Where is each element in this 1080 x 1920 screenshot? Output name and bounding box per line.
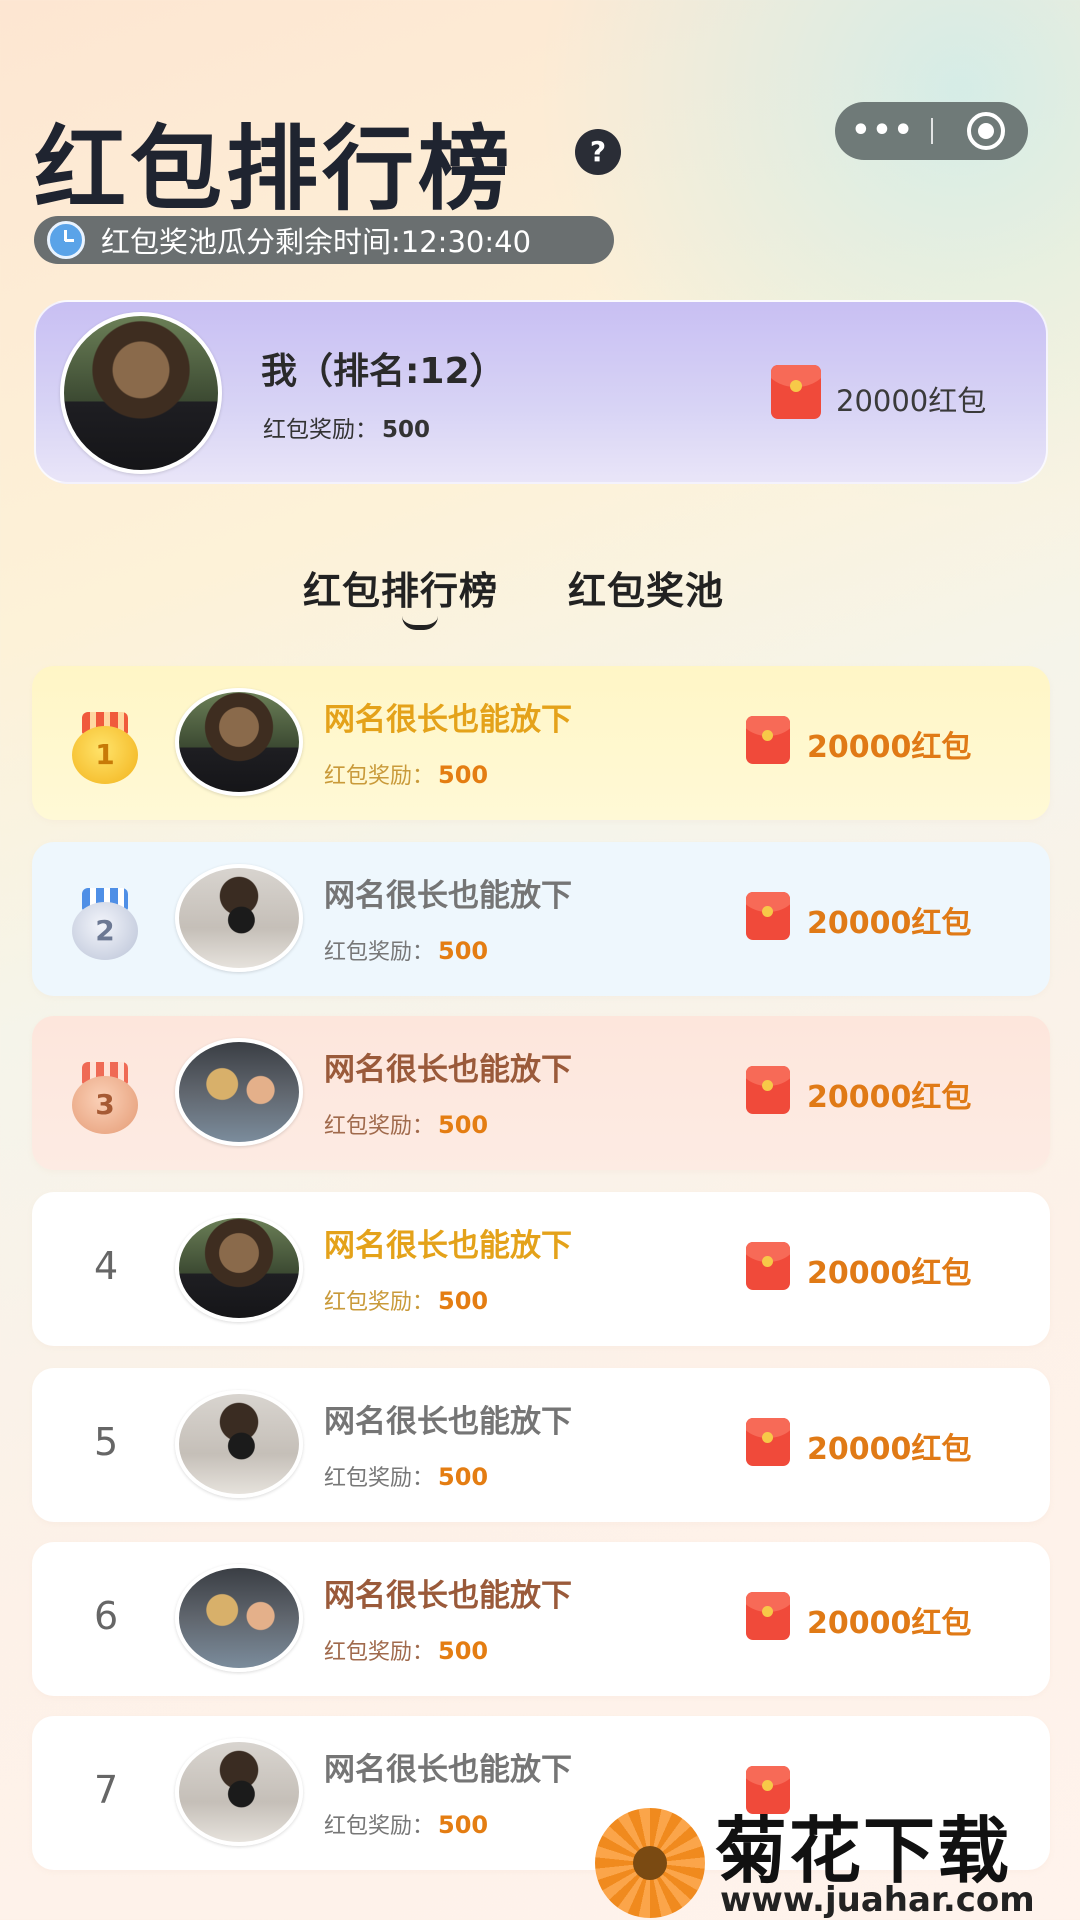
reward: 红包奖励： 500 xyxy=(324,1634,488,1666)
my-reward-value: 500 xyxy=(382,417,431,443)
medal-rank: 2 xyxy=(72,902,138,960)
avatar xyxy=(175,688,303,796)
avatar xyxy=(175,1564,303,1672)
user-name: 网名很长也能放下 xyxy=(324,1228,572,1264)
ranking-row[interactable]: 5 网名很长也能放下 红包奖励： 500 20000红包 xyxy=(32,1368,1050,1522)
site-watermark: 菊花下载网 www.juahar.com xyxy=(595,1792,1080,1920)
reward-value: 500 xyxy=(438,1287,489,1315)
reward-label: 红包奖励： xyxy=(324,764,435,789)
ranking-row[interactable]: 2 网名很长也能放下 红包奖励： 500 20000红包 xyxy=(32,842,1050,996)
reward-label: 红包奖励： xyxy=(324,1114,435,1139)
user-name: 网名很长也能放下 xyxy=(324,1578,572,1614)
reward-label: 红包奖励： xyxy=(324,940,435,965)
red-envelope-icon xyxy=(746,1592,790,1640)
reward-label: 红包奖励： xyxy=(324,1290,435,1315)
reward-label: 红包奖励： xyxy=(324,1466,435,1491)
user-name: 网名很长也能放下 xyxy=(324,1752,572,1788)
clock-icon xyxy=(47,221,85,259)
my-name-rank: 我（排名:12） xyxy=(261,351,506,392)
countdown-text: 红包奖池瓜分剩余时间:12:30:40 xyxy=(101,225,532,259)
reward: 红包奖励： 500 xyxy=(324,758,488,790)
flower-logo-icon xyxy=(595,1808,705,1918)
red-envelope-icon xyxy=(746,892,790,940)
ranking-row[interactable]: 1 网名很长也能放下 红包奖励： 500 20000红包 xyxy=(32,666,1050,820)
envelope-amount: 20000红包 xyxy=(807,906,972,941)
rank-number: 4 xyxy=(94,1244,119,1288)
my-avatar xyxy=(60,312,222,474)
avatar xyxy=(175,1390,303,1498)
rank-number: 5 xyxy=(94,1420,119,1464)
user-name: 网名很长也能放下 xyxy=(324,878,572,914)
reward-value: 500 xyxy=(438,761,489,789)
ranking-row[interactable]: 4 网名很长也能放下 红包奖励： 500 20000红包 xyxy=(32,1192,1050,1346)
red-envelope-icon xyxy=(746,1418,790,1466)
ranking-row[interactable]: 6 网名很长也能放下 红包奖励： 500 20000红包 xyxy=(32,1542,1050,1696)
reward-value: 500 xyxy=(438,1811,489,1839)
rank-number: 6 xyxy=(94,1594,119,1638)
envelope-amount: 20000红包 xyxy=(807,730,972,765)
reward-label: 红包奖励： xyxy=(324,1640,435,1665)
reward: 红包奖励： 500 xyxy=(324,934,488,966)
help-icon[interactable]: ? xyxy=(575,129,621,175)
envelope-amount: 20000红包 xyxy=(807,1606,972,1641)
my-reward: 红包奖励： 500 xyxy=(263,410,430,444)
reward-value: 500 xyxy=(438,1637,489,1665)
user-name: 网名很长也能放下 xyxy=(324,1404,572,1440)
my-rank-card[interactable]: 我（排名:12） 红包奖励： 500 20000红包 xyxy=(34,300,1048,484)
my-envelope-amount: 20000红包 xyxy=(836,384,987,418)
reward: 红包奖励： 500 xyxy=(324,1808,488,1840)
reward-label: 红包奖励： xyxy=(324,1814,435,1839)
pool-countdown-badge: 红包奖池瓜分剩余时间:12:30:40 xyxy=(34,216,614,264)
reward-value: 500 xyxy=(438,937,489,965)
more-icon[interactable]: ••• xyxy=(835,102,931,160)
user-name: 网名很长也能放下 xyxy=(324,702,572,738)
rank-number: 7 xyxy=(94,1768,119,1812)
capsule-divider xyxy=(931,118,933,144)
active-tab-indicator xyxy=(402,616,438,630)
my-reward-label: 红包奖励： xyxy=(263,417,378,443)
reward: 红包奖励： 500 xyxy=(324,1460,488,1492)
mini-program-capsule: ••• xyxy=(835,102,1028,160)
medal-rank: 1 xyxy=(72,726,138,784)
reward-value: 500 xyxy=(438,1111,489,1139)
avatar xyxy=(175,1738,303,1846)
tab-prize-pool[interactable]: 红包奖池 xyxy=(568,560,724,615)
close-icon[interactable] xyxy=(967,112,1005,150)
reward-value: 500 xyxy=(438,1463,489,1491)
red-envelope-icon xyxy=(746,1242,790,1290)
avatar xyxy=(175,1214,303,1322)
red-envelope-icon xyxy=(746,1066,790,1114)
envelope-amount: 20000红包 xyxy=(807,1256,972,1291)
watermark-url: www.juahar.com xyxy=(720,1880,1035,1920)
ranking-row[interactable]: 3 网名很长也能放下 红包奖励： 500 20000红包 xyxy=(32,1016,1050,1170)
gold-medal-icon: 1 xyxy=(72,712,138,784)
tab-leaderboard[interactable]: 红包排行榜 xyxy=(303,560,498,615)
user-name: 网名很长也能放下 xyxy=(324,1052,572,1088)
red-envelope-icon xyxy=(746,716,790,764)
bronze-medal-icon: 3 xyxy=(72,1062,138,1134)
red-envelope-icon xyxy=(771,365,821,419)
envelope-amount: 20000红包 xyxy=(807,1432,972,1467)
page-title: 红包排行榜 xyxy=(34,116,515,223)
reward: 红包奖励： 500 xyxy=(324,1108,488,1140)
reward: 红包奖励： 500 xyxy=(324,1284,488,1316)
medal-rank: 3 xyxy=(72,1076,138,1134)
envelope-amount: 20000红包 xyxy=(807,1080,972,1115)
avatar xyxy=(175,864,303,972)
silver-medal-icon: 2 xyxy=(72,888,138,960)
avatar xyxy=(175,1038,303,1146)
